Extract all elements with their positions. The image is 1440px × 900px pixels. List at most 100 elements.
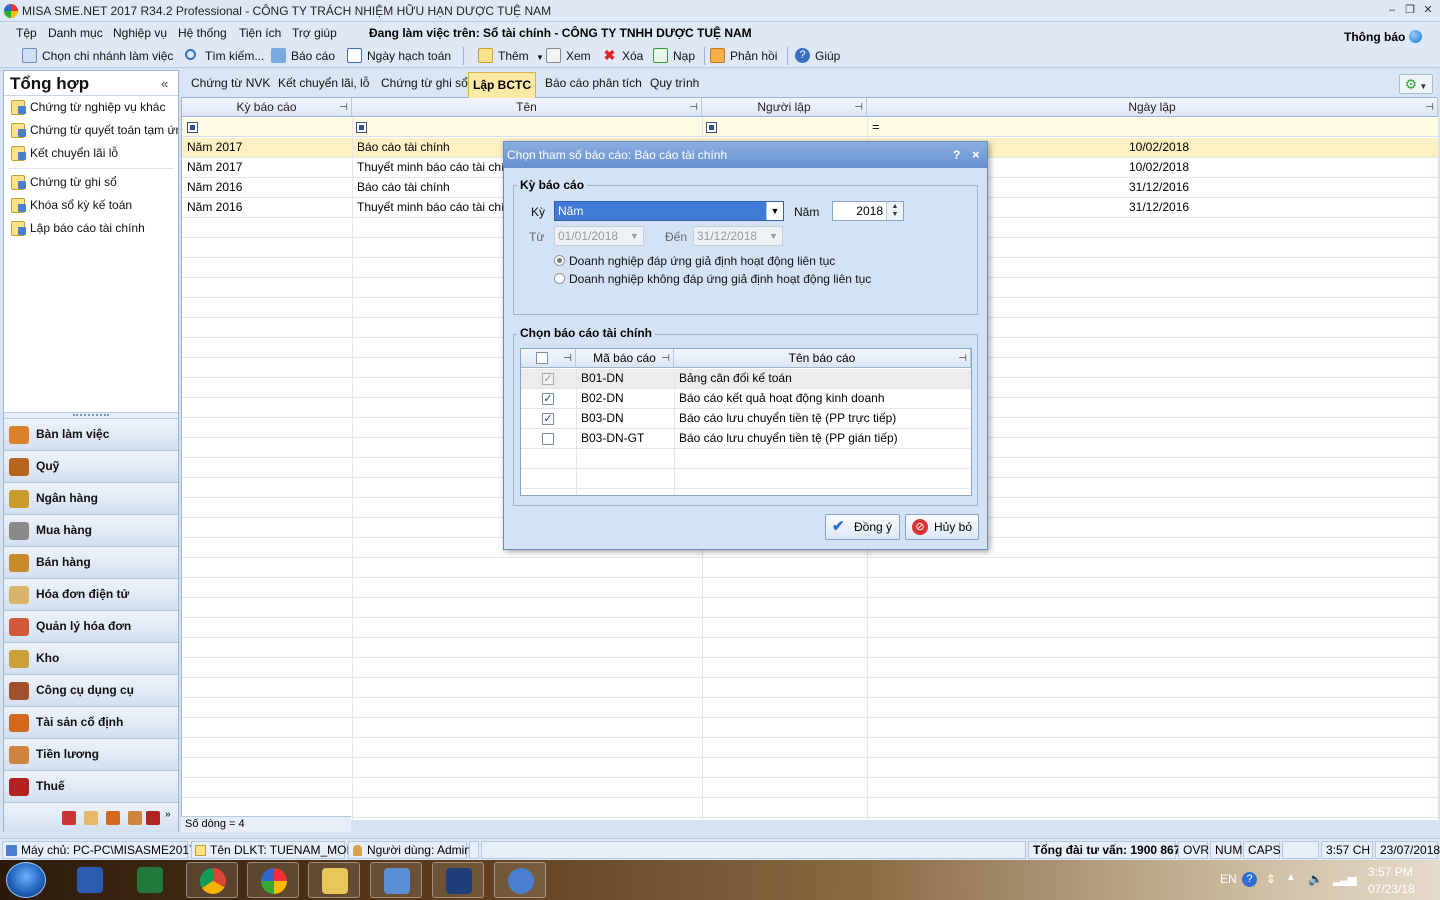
show-hidden-icon[interactable]: ▲ [1286,872,1296,883]
restore-icon[interactable]: ❐ [1401,2,1419,18]
help-icon[interactable]: ? [953,148,960,162]
tools-icon[interactable] [84,811,98,825]
menu-file[interactable]: Tệp [16,26,37,40]
select-all-checkbox[interactable] [536,352,548,364]
year-spinner[interactable]: 2018 ▲ ▼ [832,201,904,221]
pin-icon[interactable]: ⊣ [339,99,348,117]
menu-help[interactable]: Trợ giúp [292,26,337,40]
module-9[interactable]: Tài sản cố định [4,706,178,738]
tab-financial-report[interactable]: Lập BCTC [468,72,536,98]
pin-icon[interactable]: ⊣ [1425,99,1434,117]
clock-date[interactable]: 07/23/18 [1368,882,1415,896]
report-row[interactable]: ✓ B02-DN Báo cáo kết quả hoạt động kinh do… [521,389,971,409]
tax-icon[interactable] [146,811,160,825]
module-3[interactable]: Mua hàng [4,514,178,546]
ok-button[interactable]: ✔ Đồng ý [825,514,900,540]
column-header-date[interactable]: Ngày lập ⊣ [867,98,1438,117]
close-window-icon[interactable]: ✕ [1419,2,1437,18]
module-7[interactable]: Kho [4,642,178,674]
chevron-down-icon[interactable]: ▼ [766,202,783,220]
chevron-down-icon[interactable]: » [165,809,171,820]
module-10[interactable]: Tiền lương [4,738,178,770]
tab-ledger-vouchers[interactable]: Chứng từ ghi sổ [381,76,468,90]
column-header-name[interactable]: Tên ⊣ [352,98,702,117]
close-icon[interactable]: × [972,147,980,162]
period-select[interactable]: Năm ▼ [554,201,784,221]
left-item-profit-transfer[interactable]: Kết chuyển lãi lỗ [8,144,178,164]
report-row[interactable]: ✓ B01-DN Bảng cân đối kế toán [521,369,971,389]
left-item-advance-settlement[interactable]: Chứng từ quyết toán tạm ứn... [8,121,178,141]
help-button[interactable]: ? Giúp [795,48,840,64]
help-tray-icon[interactable]: ? [1242,872,1257,887]
language-indicator[interactable]: EN [1220,872,1237,886]
filter-icon[interactable] [187,122,198,133]
report-checkbox[interactable]: ✓ [542,393,554,405]
tab-analysis-report[interactable]: Báo cáo phân tích [545,76,642,90]
pin-icon[interactable]: ⊣ [958,350,967,368]
column-header-period[interactable]: Kỳ báo cáo ⊣ [182,98,352,117]
column-header-code[interactable]: Mã báo cáo ⊣ [576,349,674,368]
module-0[interactable]: Bàn làm việc [4,418,178,450]
taskbar-calculator[interactable] [494,862,546,898]
feedback-button[interactable]: Phản hồi [710,48,777,64]
column-header-creator[interactable]: Người lập ⊣ [702,98,867,117]
chevron-down-icon[interactable]: ▼ [626,227,643,245]
chevron-down-icon[interactable]: ▼ [765,227,782,245]
taskbar-word[interactable] [64,862,116,898]
menu-operations[interactable]: Nghiệp vụ [113,26,167,40]
taskbar-misa[interactable] [247,862,299,898]
to-date-field[interactable]: 31/12/2018 ▼ [693,226,783,246]
taskbar-remote[interactable] [370,862,422,898]
left-item-close-period[interactable]: Khóa sổ kỳ kế toán [8,196,178,216]
globe-icon[interactable] [1409,30,1422,43]
tab-profit-transfer[interactable]: Kết chuyển lãi, lỗ [278,76,369,90]
tab-nvk[interactable]: Chứng từ NVK [191,76,270,90]
module-4[interactable]: Bán hàng [4,546,178,578]
gear-icon[interactable]: ⚙ ▼ [1399,74,1433,94]
tray-arrows-icon[interactable]: ⇕ [1266,872,1276,886]
posting-date-button[interactable]: Ngày hạch toán [347,48,451,64]
taskbar-explorer[interactable] [308,862,360,898]
clock-time[interactable]: 3:57 PM [1368,865,1413,879]
add-button[interactable]: Thêm ▼ [478,48,544,64]
filter-icon[interactable] [356,122,367,133]
pin-icon[interactable]: ⊣ [854,99,863,117]
branch-button[interactable]: Chọn chi nhánh làm việc [22,48,173,64]
minimize-icon[interactable]: – [1383,2,1401,18]
menu-catalog[interactable]: Danh mục [48,26,103,40]
equals-filter-icon[interactable]: = [872,119,880,134]
module-8[interactable]: Công cụ dụng cụ [4,674,178,706]
pin-icon[interactable]: ⊣ [689,99,698,117]
report-checkbox[interactable]: ✓ [542,413,554,425]
report-row[interactable]: ✓ B03-DN Báo cáo lưu chuyển tiền tệ (PP tr… [521,409,971,429]
view-button[interactable]: Xem [546,48,591,64]
tab-workflow[interactable]: Quy trình [650,76,699,90]
module-6[interactable]: Quản lý hóa đơn [4,610,178,642]
not-going-concern-radio[interactable] [554,273,565,284]
network-icon[interactable]: ▂▃▅ [1333,872,1357,886]
report-checkbox[interactable]: ✓ [542,373,554,385]
asset-icon[interactable] [106,811,120,825]
menu-utilities[interactable]: Tiện ích [239,26,281,40]
module-2[interactable]: Ngân hàng [4,482,178,514]
from-date-field[interactable]: 01/01/2018 ▼ [554,226,644,246]
filter-icon[interactable] [706,122,717,133]
taskbar-chrome[interactable] [186,862,238,898]
windows-start-icon[interactable] [6,862,46,898]
module-11[interactable]: Thuế [4,770,178,802]
pin-icon[interactable]: ⊣ [563,350,572,368]
left-item-other-vouchers[interactable]: Chứng từ nghiệp vụ khác [8,98,178,118]
going-concern-radio[interactable] [554,255,565,266]
load-button[interactable]: Nạp [653,48,695,64]
menu-system[interactable]: Hệ thống [178,26,227,40]
taskbar-excel[interactable] [124,862,176,898]
module-1[interactable]: Quỹ [4,450,178,482]
invoice-icon[interactable] [62,811,76,825]
collapse-icon[interactable]: « [161,76,168,91]
report-button[interactable]: Báo cáo [271,48,335,64]
spinner-icon[interactable]: ▲ ▼ [886,202,903,220]
notice-link[interactable]: Thông báo [1344,30,1405,44]
left-item-ledger-vouchers[interactable]: Chứng từ ghi sổ [8,173,178,193]
column-header-report-name[interactable]: Tên báo cáo ⊣ [674,349,971,368]
report-row[interactable]: B03-DN-GT Báo cáo lưu chuyển tiền tệ (PP … [521,429,971,449]
